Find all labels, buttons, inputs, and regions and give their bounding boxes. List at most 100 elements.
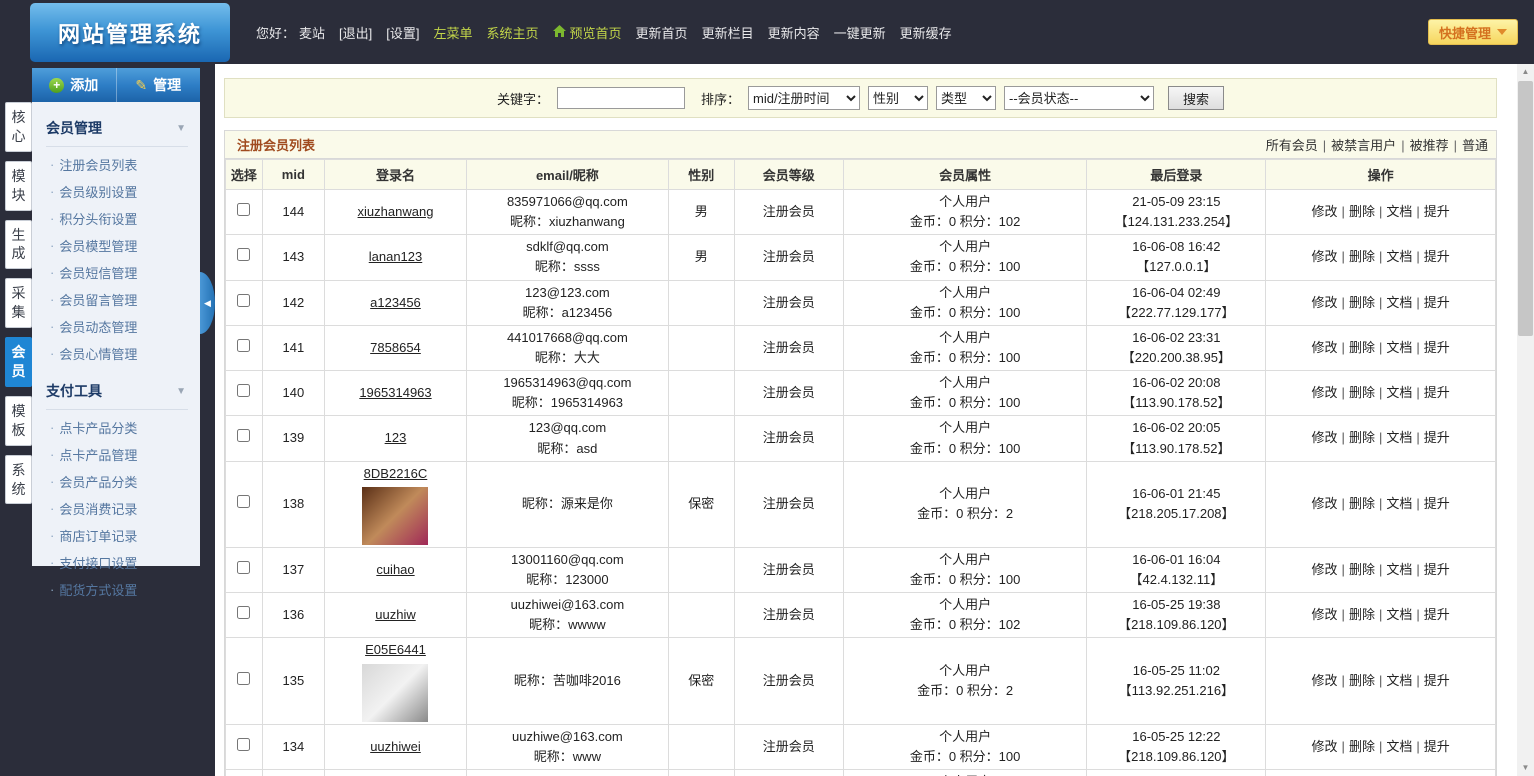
sidebar-item[interactable]: ·点卡产品分类 [46, 410, 188, 437]
module-tab-modules[interactable]: 模块 [5, 161, 32, 211]
keyword-input[interactable] [557, 87, 685, 109]
scroll-up-arrow-icon[interactable]: ▲ [1517, 64, 1534, 80]
row-checkbox[interactable] [237, 738, 250, 751]
op-link-doc[interactable]: 文档 [1386, 340, 1412, 355]
topmenu-system-home[interactable]: 系统主页 [487, 23, 539, 42]
scroll-down-arrow-icon[interactable]: ▼ [1517, 760, 1534, 776]
op-link-edit[interactable]: 修改 [1312, 673, 1338, 688]
op-link-delete[interactable]: 删除 [1349, 295, 1375, 310]
sidebar-item[interactable]: ·支付接口设置 [46, 545, 188, 572]
op-link-promote[interactable]: 提升 [1424, 204, 1450, 219]
row-checkbox[interactable] [237, 384, 250, 397]
op-link-edit[interactable]: 修改 [1312, 204, 1338, 219]
op-link-delete[interactable]: 删除 [1349, 673, 1375, 688]
module-tab-templates[interactable]: 模板 [5, 396, 32, 446]
topmenu-update-columns[interactable]: 更新栏目 [702, 23, 754, 42]
status-select[interactable]: --会员状态-- [1004, 86, 1154, 110]
quick-manage-button[interactable]: 快捷管理 [1428, 19, 1518, 45]
op-link-doc[interactable]: 文档 [1386, 739, 1412, 754]
sidebar-item[interactable]: ·注册会员列表 [46, 147, 188, 174]
op-link-doc[interactable]: 文档 [1386, 204, 1412, 219]
login-link[interactable]: xiuzhanwang [358, 204, 434, 219]
op-link-doc[interactable]: 文档 [1386, 673, 1412, 688]
gender-select[interactable]: 性别 [868, 86, 928, 110]
login-link[interactable]: 8DB2216C [364, 466, 428, 481]
sidebar-item[interactable]: ·会员模型管理 [46, 228, 188, 255]
op-link-promote[interactable]: 提升 [1424, 295, 1450, 310]
op-link-doc[interactable]: 文档 [1386, 385, 1412, 400]
add-button[interactable]: + 添加 [32, 68, 116, 102]
login-link[interactable]: uuzhiw [375, 607, 415, 622]
login-link[interactable]: uuzhiwei [370, 739, 421, 754]
module-tab-core[interactable]: 核心 [5, 102, 32, 152]
view-filter-link[interactable]: 被推荐 [1410, 138, 1449, 153]
op-link-promote[interactable]: 提升 [1424, 385, 1450, 400]
login-link[interactable]: a123456 [370, 295, 421, 310]
op-link-promote[interactable]: 提升 [1424, 739, 1450, 754]
op-link-delete[interactable]: 删除 [1349, 562, 1375, 577]
module-tab-system[interactable]: 系统 [5, 455, 32, 505]
row-checkbox[interactable] [237, 561, 250, 574]
module-tab-generate[interactable]: 生成 [5, 220, 32, 270]
row-checkbox[interactable] [237, 203, 250, 216]
op-link-promote[interactable]: 提升 [1424, 562, 1450, 577]
page-scrollbar[interactable]: ▲ ▼ [1517, 64, 1534, 776]
manage-button[interactable]: ✎ 管理 [116, 68, 201, 102]
op-link-promote[interactable]: 提升 [1424, 496, 1450, 511]
row-checkbox[interactable] [237, 429, 250, 442]
op-link-delete[interactable]: 删除 [1349, 204, 1375, 219]
op-link-edit[interactable]: 修改 [1312, 340, 1338, 355]
op-link-edit[interactable]: 修改 [1312, 562, 1338, 577]
login-link[interactable]: 1965314963 [359, 385, 431, 400]
op-link-delete[interactable]: 删除 [1349, 430, 1375, 445]
op-link-doc[interactable]: 文档 [1386, 295, 1412, 310]
op-link-edit[interactable]: 修改 [1312, 430, 1338, 445]
op-link-promote[interactable]: 提升 [1424, 607, 1450, 622]
topmenu-logout[interactable]: [退出] [339, 23, 372, 42]
sidebar-item[interactable]: ·会员产品分类 [46, 464, 188, 491]
op-link-delete[interactable]: 删除 [1349, 340, 1375, 355]
op-link-delete[interactable]: 删除 [1349, 496, 1375, 511]
op-link-edit[interactable]: 修改 [1312, 249, 1338, 264]
sidebar-item[interactable]: ·会员动态管理 [46, 309, 188, 336]
op-link-delete[interactable]: 删除 [1349, 739, 1375, 754]
sidebar-item[interactable]: ·会员短信管理 [46, 255, 188, 282]
login-link[interactable]: 123 [385, 430, 407, 445]
sidebar-group-title[interactable]: 支付工具▼ [46, 375, 188, 410]
scrollbar-thumb[interactable] [1518, 81, 1533, 336]
sidebar-item[interactable]: ·会员留言管理 [46, 282, 188, 309]
view-filter-link[interactable]: 普通 [1462, 138, 1488, 153]
login-link[interactable]: E05E6441 [365, 642, 426, 657]
search-button[interactable]: 搜索 [1168, 86, 1224, 110]
module-tab-collect[interactable]: 采集 [5, 278, 32, 328]
sidebar-group-title[interactable]: 会员管理▼ [46, 112, 188, 147]
login-link[interactable]: lanan123 [369, 249, 423, 264]
topmenu-one-click-update[interactable]: 一键更新 [834, 23, 886, 42]
op-link-doc[interactable]: 文档 [1386, 607, 1412, 622]
op-link-doc[interactable]: 文档 [1386, 430, 1412, 445]
op-link-edit[interactable]: 修改 [1312, 385, 1338, 400]
op-link-delete[interactable]: 删除 [1349, 249, 1375, 264]
op-link-edit[interactable]: 修改 [1312, 496, 1338, 511]
topmenu-update-content[interactable]: 更新内容 [768, 23, 820, 42]
topmenu-update-cache[interactable]: 更新缓存 [900, 23, 952, 42]
op-link-promote[interactable]: 提升 [1424, 673, 1450, 688]
row-checkbox[interactable] [237, 495, 250, 508]
topmenu-left-menu[interactable]: 左菜单 [434, 23, 473, 42]
sidebar-item[interactable]: ·积分头衔设置 [46, 201, 188, 228]
row-checkbox[interactable] [237, 672, 250, 685]
sidebar-item[interactable]: ·会员消费记录 [46, 491, 188, 518]
module-tab-members[interactable]: 会员 [5, 337, 32, 387]
view-filter-link[interactable]: 所有会员 [1266, 138, 1318, 153]
type-select[interactable]: 类型 [936, 86, 996, 110]
op-link-promote[interactable]: 提升 [1424, 340, 1450, 355]
view-filter-link[interactable]: 被禁言用户 [1331, 138, 1396, 153]
row-checkbox[interactable] [237, 294, 250, 307]
op-link-promote[interactable]: 提升 [1424, 430, 1450, 445]
op-link-doc[interactable]: 文档 [1386, 249, 1412, 264]
topmenu-update-home[interactable]: 更新首页 [636, 23, 688, 42]
topmenu-preview-home[interactable]: 预览首页 [553, 23, 622, 42]
op-link-promote[interactable]: 提升 [1424, 249, 1450, 264]
op-link-delete[interactable]: 删除 [1349, 607, 1375, 622]
avatar[interactable] [362, 487, 428, 545]
